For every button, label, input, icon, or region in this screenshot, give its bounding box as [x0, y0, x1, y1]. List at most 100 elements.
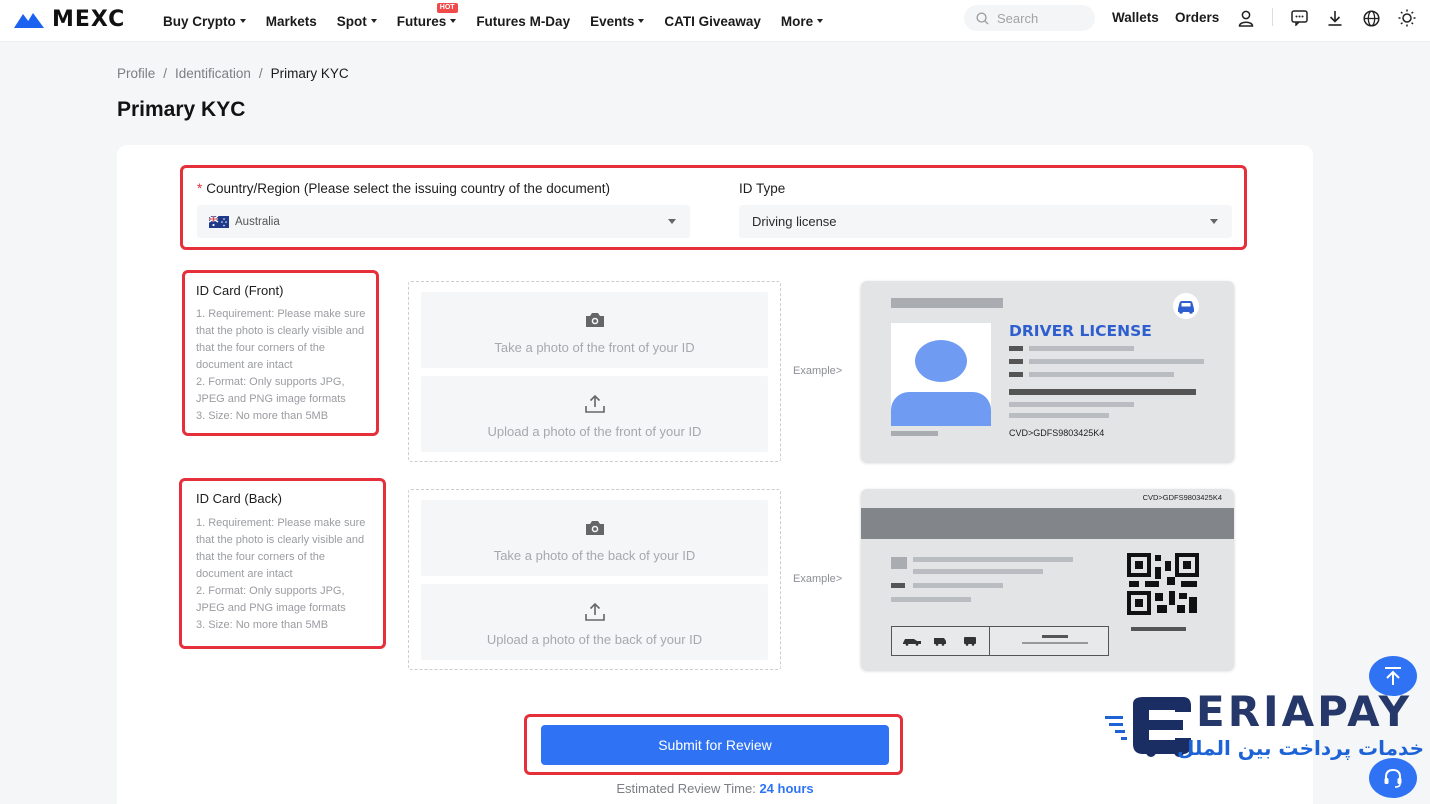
front-take-photo-label: Take a photo of the front of your ID — [494, 340, 695, 355]
back-upload-photo-label: Upload a photo of the back of your ID — [486, 632, 703, 647]
support-chat-button[interactable] — [1369, 758, 1417, 798]
id-type-select[interactable]: Driving license — [739, 205, 1232, 238]
back-sample-line — [1042, 635, 1068, 638]
nav-item-futures[interactable]: Futures HOT — [396, 2, 458, 29]
nav-item-futures-m-day[interactable]: Futures M-Day — [476, 14, 570, 29]
nav-divider — [1272, 8, 1273, 26]
mexc-logo-icon — [14, 12, 44, 28]
nav-item-markets[interactable]: Markets — [266, 14, 317, 29]
nav-item-label: More — [780, 13, 814, 29]
top-navigation: MEXC Buy Crypto Markets Spot Futures HOT Futu… — [0, 0, 1430, 42]
back-sample-code: CVD>GDFS9803425K4 — [1142, 493, 1222, 502]
country-select-value: Australia — [235, 215, 280, 228]
chevron-down-icon — [668, 219, 676, 224]
caret-down-icon — [370, 19, 377, 23]
front-sample-line — [1009, 389, 1196, 395]
front-sample-head — [915, 340, 967, 382]
review-time-value: 24 hours — [759, 781, 814, 796]
upload-icon — [585, 394, 605, 413]
front-take-photo-button[interactable]: Take a photo of the front of your ID — [421, 292, 768, 368]
front-sample-line — [1009, 413, 1109, 418]
hot-badge: HOT — [436, 2, 458, 13]
back-to-top-icon — [1385, 667, 1401, 685]
back-sample-vehicle-box — [891, 626, 1109, 656]
nav-item-label: Futures — [396, 13, 447, 29]
search-box[interactable] — [964, 5, 1095, 31]
qr-code-icon — [1127, 553, 1199, 615]
breadcrumb-identification[interactable]: Identification — [175, 66, 251, 81]
nav-item-label: Markets — [265, 13, 317, 29]
upload-icon — [585, 602, 605, 621]
front-sample-bullet — [1009, 346, 1023, 351]
nav-item-label: Futures M-Day — [476, 13, 571, 29]
watermark-tagline: خدمات پرداخت بین الملل — [1177, 736, 1424, 760]
front-sample-bullet — [1009, 359, 1023, 364]
chevron-down-icon — [1210, 219, 1218, 224]
nav-item-more[interactable]: More — [780, 13, 824, 29]
front-sample-photo — [891, 323, 991, 426]
front-upload-photo-button[interactable]: Upload a photo of the front of your ID — [421, 376, 768, 452]
download-icon[interactable] — [1325, 8, 1345, 28]
front-sample-body — [891, 392, 991, 426]
back-sample-line — [891, 597, 971, 602]
caret-down-icon — [817, 19, 824, 23]
breadcrumb: Profile / Identification / Primary KYC — [117, 66, 349, 81]
search-input[interactable] — [997, 10, 1077, 26]
back-take-photo-label: Take a photo of the back of your ID — [493, 548, 696, 563]
page-title: Primary KYC — [117, 98, 246, 121]
back-sample-line — [913, 569, 1043, 574]
watermark-brand: ERIAPAY — [1196, 687, 1412, 736]
camera-icon — [586, 521, 604, 535]
front-example-link[interactable]: Example> — [793, 365, 842, 377]
nav-item-label: Buy Crypto — [163, 13, 236, 29]
back-take-photo-button[interactable]: Take a photo of the back of your ID — [421, 500, 768, 576]
front-license-example-image: DRIVER LICENSE CVD>GDFS9803425K4 — [861, 281, 1234, 462]
country-label: * Country/Region (Please select the issui… — [197, 181, 610, 196]
breadcrumb-current: Primary KYC — [270, 66, 349, 81]
australia-flag-icon — [209, 215, 229, 228]
user-icon[interactable] — [1236, 8, 1256, 28]
back-section-title: ID Card (Back) — [196, 491, 282, 506]
back-example-link[interactable]: Example> — [793, 573, 842, 585]
back-upload-photo-button[interactable]: Upload a photo of the back of your ID — [421, 584, 768, 660]
nav-item-label: Events — [590, 13, 635, 29]
back-upload-area: Take a photo of the back of your ID Uplo… — [408, 489, 781, 670]
theme-sun-icon[interactable] — [1397, 8, 1417, 28]
logo-text: MEXC — [52, 7, 126, 32]
nav-item-spot[interactable]: Spot — [337, 14, 377, 29]
front-section-title: ID Card (Front) — [196, 283, 284, 298]
breadcrumb-profile[interactable]: Profile — [117, 66, 155, 81]
submit-for-review-button[interactable]: Submit for Review — [541, 725, 889, 765]
front-upload-area: Take a photo of the front of your ID Upl… — [408, 281, 781, 462]
back-to-top-button[interactable] — [1369, 656, 1417, 696]
wallets-link[interactable]: Wallets — [1112, 0, 1159, 34]
back-requirements-text: 1. Requirement: Please make sure that th… — [196, 517, 366, 631]
nav-item-buy-crypto[interactable]: Buy Crypto — [163, 14, 246, 29]
front-sample-line — [1029, 359, 1204, 364]
nav-item-label: CATI Giveaway — [664, 13, 761, 29]
front-sample-line — [1029, 346, 1134, 351]
country-label-text: Country/Region (Please select the issuin… — [206, 181, 610, 196]
review-time-label: Estimated Review Time: — [616, 781, 756, 796]
front-sample-header-bar — [891, 298, 1003, 308]
front-upload-photo-label: Upload a photo of the front of your ID — [487, 424, 702, 439]
mexc-logo[interactable]: MEXC — [12, 7, 125, 32]
vehicle-class-icons — [903, 637, 976, 646]
estimated-review-time: Estimated Review Time: 24 hours — [0, 781, 1430, 796]
caret-down-icon — [239, 19, 246, 23]
back-sample-divider — [989, 627, 990, 655]
front-sample-code: CVD>GDFS9803425K4 — [1009, 428, 1105, 438]
front-sample-line — [1009, 402, 1134, 407]
message-icon[interactable] — [1289, 8, 1309, 28]
support-icon — [1384, 768, 1402, 788]
orders-link[interactable]: Orders — [1175, 0, 1219, 34]
eriapay-watermark: ERIAPAY خدمات پرداخت بین الملل — [1103, 688, 1430, 762]
search-icon — [976, 11, 989, 25]
nav-item-cati-giveaway[interactable]: CATI Giveaway — [664, 14, 761, 29]
nav-item-events[interactable]: Events — [590, 13, 645, 29]
back-sample-magnetic-strip — [861, 508, 1234, 539]
back-sample-line — [1131, 627, 1186, 631]
globe-icon[interactable] — [1361, 8, 1381, 28]
front-sample-line — [1029, 372, 1174, 377]
country-select[interactable]: Australia — [197, 205, 690, 238]
